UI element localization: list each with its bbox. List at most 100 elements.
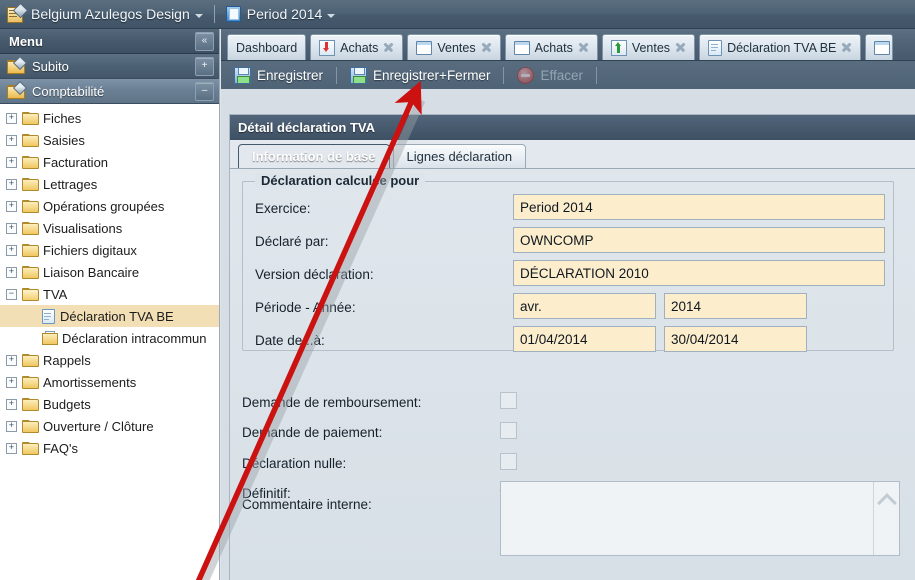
expand-icon[interactable]: + (6, 222, 17, 234)
tab-achats-1[interactable]: Achats (310, 34, 404, 60)
minus-icon[interactable]: ‒ (195, 81, 214, 101)
declare-par-field[interactable]: OWNCOMP (513, 227, 885, 253)
expand-icon[interactable]: + (6, 376, 17, 388)
double-chevron-left-icon[interactable]: « (195, 31, 214, 51)
date-from-field[interactable]: 01/04/2014 (513, 326, 656, 352)
checkbox-demande-de-paiement (500, 422, 517, 439)
sidebar-item-saisies[interactable]: + Saisies (0, 129, 219, 151)
folder-icon (22, 111, 39, 125)
expand-icon[interactable]: + (6, 134, 17, 146)
close-icon[interactable] (675, 42, 686, 53)
document-folder-icon (42, 331, 58, 345)
sidebar-item-lettrages[interactable]: + Lettrages (0, 173, 219, 195)
version-declaration-field[interactable]: DÉCLARATION 2010 (513, 260, 885, 286)
tab-dashboard-0[interactable]: Dashboard (227, 34, 307, 60)
sidebar-item-label: Déclaration TVA BE (60, 308, 174, 324)
expand-icon[interactable]: + (6, 266, 17, 278)
tab-ventes-4[interactable]: Ventes (601, 34, 696, 60)
sidebar-root-subito[interactable]: Subito + (0, 54, 219, 79)
textarea-collapse-handle[interactable] (873, 482, 899, 555)
periode-month-field[interactable]: avr. (513, 293, 656, 319)
tab-overflow-6[interactable] (865, 34, 894, 60)
tab-d-claration-tva-be-5[interactable]: Déclaration TVA BE (699, 34, 862, 60)
sale-up-icon (610, 39, 627, 56)
expand-icon[interactable]: + (6, 442, 17, 454)
expand-icon[interactable]: + (6, 200, 17, 212)
expand-icon[interactable]: + (6, 178, 17, 190)
sidebar-item-op-rations-group-es[interactable]: + Opérations groupées (0, 195, 219, 217)
folder-icon (22, 419, 39, 433)
close-icon[interactable] (481, 42, 492, 53)
sidebar-item-label: Visualisations (43, 220, 123, 236)
period-selector[interactable]: Period 2014 (225, 0, 336, 29)
chevron-down-icon[interactable] (194, 13, 203, 18)
sidebar-item-liaison-bancaire[interactable]: + Liaison Bancaire (0, 261, 219, 283)
sidebar-item-tva[interactable]: − TVA (0, 283, 219, 305)
close-icon[interactable] (578, 42, 589, 53)
sidebar-item-label: Amortissements (43, 374, 137, 390)
save-label: Enregistrer (257, 67, 324, 83)
expand-icon[interactable]: + (6, 156, 17, 168)
sidebar-item-ouverture-cl-ture[interactable]: + Ouverture / Clôture (0, 415, 219, 437)
tab-ventes-2[interactable]: Ventes (407, 34, 501, 60)
sub-tab-lignes-d-claration[interactable]: Lignes déclaration (392, 144, 527, 168)
sidebar-item-rappels[interactable]: + Rappels (0, 349, 219, 371)
save-and-close-label: Enregistrer+Fermer (373, 67, 491, 83)
sidebar-item-fiches[interactable]: + Fiches (0, 107, 219, 129)
floppy-disk-icon (234, 66, 251, 84)
expand-icon[interactable]: + (6, 398, 17, 410)
save-and-close-button[interactable]: Enregistrer+Fermer (346, 64, 494, 86)
version-declaration-label: Version déclaration: (255, 266, 374, 282)
window-icon (874, 40, 891, 55)
main-area: Dashboard Achats Ventes Achats Ventes Déclara… (221, 29, 915, 580)
sidebar-item-amortissements[interactable]: + Amortissements (0, 371, 219, 393)
fieldset-legend: Déclaration calculée pour (255, 173, 426, 188)
date-to-field[interactable]: 30/04/2014 (664, 326, 807, 352)
sidebar-item-fichiers-digitaux[interactable]: + Fichiers digitaux (0, 239, 219, 261)
date-to-value: 30/04/2014 (671, 331, 739, 347)
commentaire-interne-textarea[interactable] (500, 481, 900, 556)
sub-tab-strip: Information de base Lignes déclaration (238, 140, 915, 168)
sidebar-root-comptabilite[interactable]: Comptabilité ‒ (0, 79, 219, 104)
application-bar: Belgium Azulegos Design Period 2014 (0, 0, 915, 29)
folder-pencil-icon (7, 80, 28, 99)
sub-tab-information-de-base[interactable]: Information de base (238, 144, 390, 168)
folder-icon (22, 155, 39, 169)
sidebar-item-d-claration-intracommun[interactable]: Déclaration intracommun (0, 327, 219, 349)
detail-panel: Détail déclaration TVA Information de ba… (229, 114, 915, 580)
sidebar-item-faq-s[interactable]: + FAQ's (0, 437, 219, 459)
sidebar-item-facturation[interactable]: + Facturation (0, 151, 219, 173)
save-button[interactable]: Enregistrer (230, 64, 327, 86)
periode-year-field[interactable]: 2014 (664, 293, 807, 319)
sidebar-item-label: Opérations groupées (43, 198, 165, 214)
date-from-value: 01/04/2014 (520, 331, 588, 347)
expand-icon[interactable]: + (6, 112, 17, 124)
sidebar-item-visualisations[interactable]: + Visualisations (0, 217, 219, 239)
tab-achats-3[interactable]: Achats (504, 34, 598, 60)
panel-title: Détail déclaration TVA (230, 115, 915, 140)
folder-icon (22, 177, 39, 191)
exercice-field[interactable]: Period 2014 (513, 194, 885, 220)
chevron-down-icon[interactable] (327, 13, 336, 18)
company-selector[interactable]: Belgium Azulegos Design (7, 0, 203, 29)
sidebar-item-budgets[interactable]: + Budgets (0, 393, 219, 415)
periode-month-value: avr. (520, 298, 542, 314)
close-icon[interactable] (841, 42, 852, 53)
checkbox-row-label: Demande de paiement: (242, 424, 383, 440)
close-icon[interactable] (383, 42, 394, 53)
expand-icon[interactable]: + (6, 420, 17, 432)
exercice-value: Period 2014 (520, 199, 593, 215)
expand-icon[interactable]: + (6, 354, 17, 366)
sidebar-root-label: Comptabilité (32, 83, 105, 99)
application-window: Belgium Azulegos Design Period 2014 Menu… (0, 0, 915, 580)
tab-label: Ventes (437, 40, 476, 55)
expand-icon[interactable]: + (6, 244, 17, 256)
sidebar-item-label: Lettrages (43, 176, 98, 192)
plus-icon[interactable]: + (195, 56, 214, 76)
collapse-icon[interactable]: − (6, 288, 17, 300)
checkbox-demande-de-remboursement (500, 392, 517, 409)
chevron-up-icon (876, 493, 897, 513)
document-icon (708, 39, 723, 56)
sidebar-item-d-claration-tva-be[interactable]: Déclaration TVA BE (0, 305, 219, 327)
clear-label: Effacer (540, 67, 583, 83)
